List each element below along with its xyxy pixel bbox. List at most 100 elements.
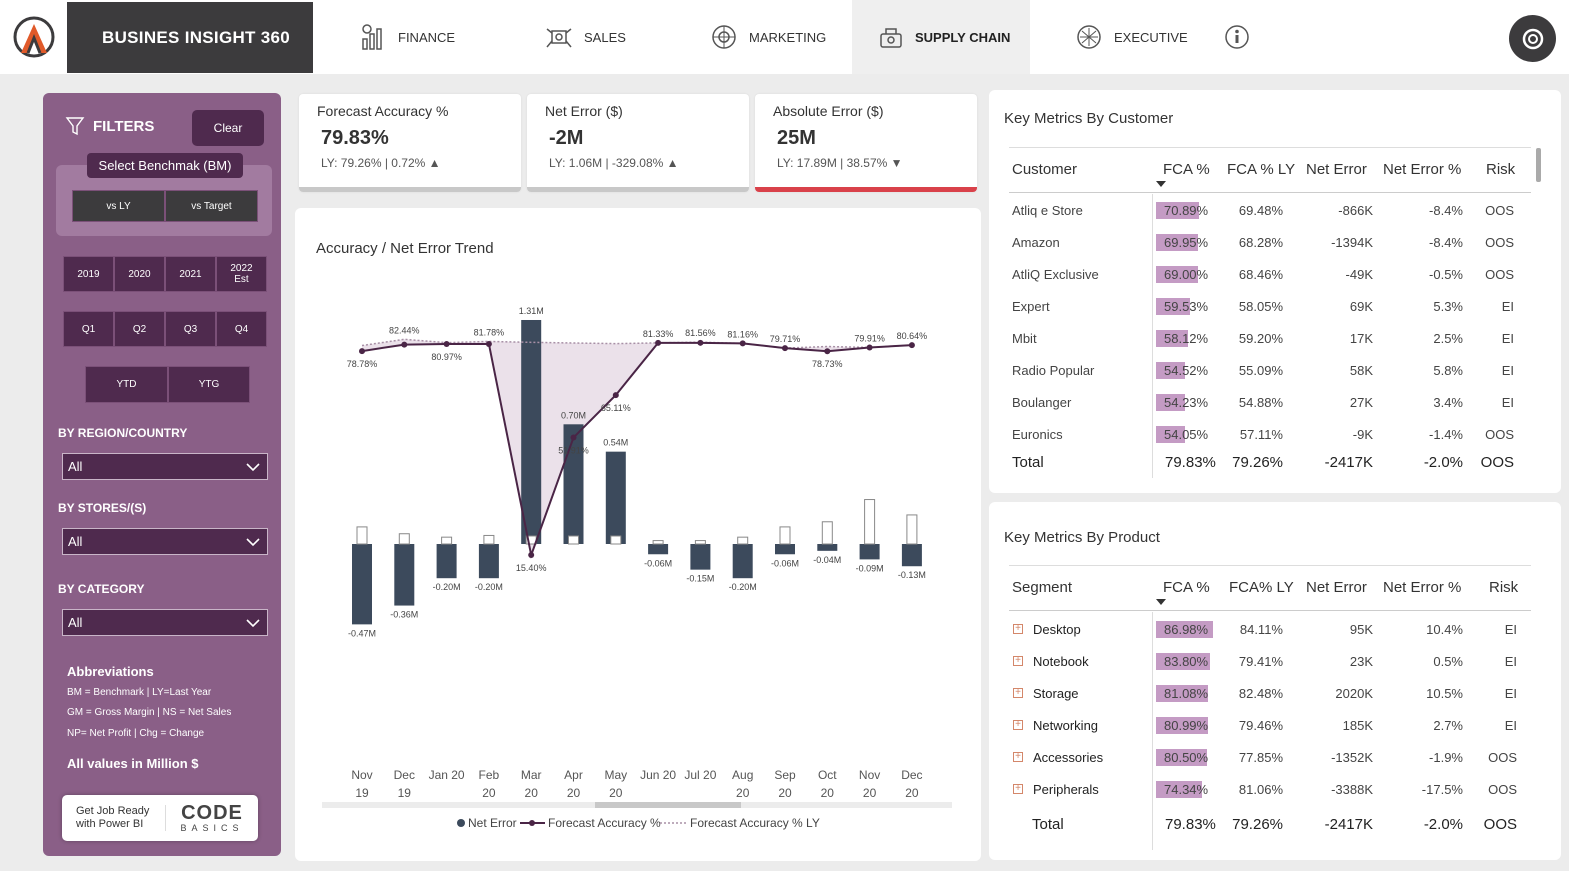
clear-filters-button[interactable]: Clear [192,110,264,146]
table-row[interactable]: + Peripherals 74.34% 81.06% -3388K -17.5% OOS [989,778,1561,802]
row-name: Notebook [1033,654,1089,669]
row-risk: OOS [1488,750,1517,765]
quarter-q2[interactable]: Q2 [114,311,165,347]
nav-sales[interactable]: SALES [544,0,626,74]
table-row[interactable]: AtliQ Exclusive 69.00% 68.46% -49K -0.5% OOS [989,263,1561,287]
forecast-accuracy-point [485,340,492,347]
row-net-error: -49K [1345,267,1373,282]
row-fca-ly: 54.88% [1238,395,1283,410]
table-row[interactable]: + Notebook 83.80% 79.41% 23K 0.5% EI [989,650,1561,674]
expand-plus-icon[interactable]: + [1013,688,1023,698]
kpi-absolute-error: Absolute Error ($) 25M LY: 17.89M | 38.5… [755,94,977,192]
header-fca[interactable]: FCA % [1163,579,1210,596]
benchmark-vs-target[interactable]: vs Target [165,190,258,222]
kpi-value: -2M [549,127,584,149]
stores-dropdown[interactable]: All [62,528,268,555]
benchmark-vs-ly[interactable]: vs LY [72,190,165,222]
category-dropdown[interactable]: All [62,609,268,636]
header-net-error-pct[interactable]: Net Error % [1383,579,1461,596]
header-risk[interactable]: Risk [1486,161,1515,178]
nav-finance[interactable]: FINANCE [360,0,455,74]
x-axis-tick-label: Feb [479,768,500,782]
sort-descending-icon [1156,181,1166,187]
nav-supply-chain[interactable]: SUPPLY CHAIN [852,0,1030,74]
accuracy-ly-data-label: 81.16% [727,329,758,339]
net-error-ly-bar [356,526,368,545]
marketing-icon [712,25,736,49]
abbreviations-title: Abbreviations [67,664,154,679]
table-row[interactable]: Amazon 69.95% 68.28% -1394K -8.4% OOS [989,231,1561,255]
legend-net-error: Net Error [468,816,517,830]
forecast-accuracy-point [782,345,788,352]
header-net-error[interactable]: Net Error [1306,161,1367,178]
year-2019[interactable]: 2019 [63,256,114,292]
nav-executive[interactable]: EXECUTIVE [1074,0,1188,74]
kpi-comparison: LY: 17.89M | 38.57% ▼ [777,156,903,170]
table-row[interactable]: Boulanger 54.23% 54.88% 27K 3.4% EI [989,391,1561,415]
period-ytg[interactable]: YTG [168,366,250,403]
forecast-accuracy-point [570,434,577,441]
year-2022-est[interactable]: 2022 Est [216,256,267,292]
triangle-down-icon: ▼ [890,156,903,170]
codebasics-promo[interactable]: Get Job Ready with Power BI CODE BASICS [62,795,258,841]
header-risk[interactable]: Risk [1489,579,1518,596]
region-filter-label: BY REGION/COUNTRY [58,426,188,440]
chart-scroll-thumb[interactable] [595,802,741,808]
total-net-error-pct: -2.0% [1423,816,1463,833]
promo-text: Get Job Ready with Power BI [62,805,166,831]
forecast-accuracy-point [401,341,408,348]
table-row[interactable]: Atliq e Store 70.89% 69.48% -866K -8.4% OOS [989,199,1561,223]
expand-plus-icon[interactable]: + [1013,624,1023,634]
header-net-error[interactable]: Net Error [1306,579,1367,596]
quarter-q1[interactable]: Q1 [63,311,114,347]
header-net-error-pct[interactable]: Net Error % [1383,161,1461,178]
accuracy-net-error-chart[interactable]: -0.47M -0.36M -0.20M -0.20M 1.31M 0.70M 0.54M -… [295,208,981,861]
values-unit-note: All values in Million $ [67,756,199,771]
bar-data-label: -0.47M [348,628,376,638]
table-row[interactable]: + Storage 81.08% 82.48% 2020K 10.5% EI [989,682,1561,706]
info-button[interactable] [1222,0,1262,74]
quarter-q4[interactable]: Q4 [216,311,267,347]
row-risk: EI [1501,395,1514,410]
table-row[interactable]: Expert 59.53% 58.05% 69K 5.3% EI [989,295,1561,319]
row-risk: OOS [1485,235,1514,250]
customer-metrics-card: Key Metrics By Customer Customer FCA % F… [989,90,1561,493]
table-row[interactable]: Mbit 58.12% 59.20% 17K 2.5% EI [989,327,1561,351]
table-row[interactable]: + Desktop 86.98% 84.11% 95K 10.4% EI [989,618,1561,642]
forecast-accuracy-point [612,392,619,399]
expand-plus-icon[interactable]: + [1013,784,1023,794]
header-fca[interactable]: FCA % [1163,161,1210,178]
sort-descending-icon [1156,599,1166,605]
expand-plus-icon[interactable]: + [1013,656,1023,666]
customer-table-scrollbar[interactable] [1536,148,1541,182]
bar-data-label: -0.20M [729,582,757,592]
table-row[interactable]: Radio Popular 54.52% 55.09% 58K 5.8% EI [989,359,1561,383]
x-axis-tick-label: Jan 20 [429,768,465,782]
table-row[interactable]: Euronics 54.05% 57.11% -9K -1.4% OOS [989,423,1561,447]
accuracy-data-label: 51.91% [558,446,589,456]
region-dropdown[interactable]: All [62,453,268,480]
table-row[interactable]: + Accessories 80.50% 77.85% -1352K -1.9% OOS [989,746,1561,770]
year-2020[interactable]: 2020 [114,256,165,292]
sales-icon [546,28,572,48]
x-axis-tick-label: Mar [521,768,542,782]
row-fca-ly: 68.46% [1238,267,1283,282]
header-customer[interactable]: Customer [1012,161,1077,178]
net-error-ly-bar [568,535,579,545]
period-ytd[interactable]: YTD [85,366,168,403]
quarter-q3[interactable]: Q3 [165,311,216,347]
nav-marketing[interactable]: MARKETING [709,0,826,74]
help-support-button[interactable] [1509,15,1556,62]
year-2021[interactable]: 2021 [165,256,216,292]
header-fca-ly[interactable]: FCA % LY [1227,161,1295,178]
expand-plus-icon[interactable]: + [1013,752,1023,762]
app-logo[interactable] [0,0,67,74]
table-row[interactable]: + Networking 80.99% 79.46% 185K 2.7% EI [989,714,1561,738]
bar-data-label: -0.20M [433,582,461,592]
header-fca-ly[interactable]: FCA% LY [1229,579,1294,596]
expand-plus-icon[interactable]: + [1013,720,1023,730]
bar-data-label: -0.06M [771,558,799,568]
kpi-status-bar [299,187,521,192]
row-name: AtliQ Exclusive [1012,267,1099,282]
header-segment[interactable]: Segment [1012,579,1072,596]
